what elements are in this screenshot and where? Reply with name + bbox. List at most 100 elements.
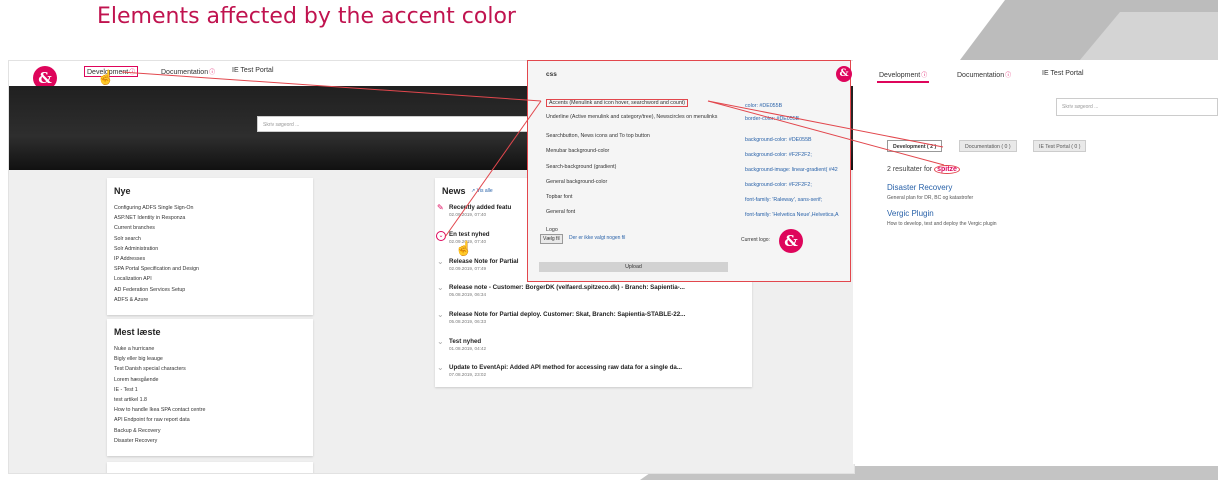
news-item-title: Test nyhed: [449, 338, 482, 345]
nav-documentation[interactable]: Documentationⓘ: [957, 70, 1011, 79]
list-item[interactable]: Test Danish special characters: [114, 364, 205, 374]
nav-development[interactable]: Developmentⓘ: [877, 70, 930, 83]
list-item[interactable]: ADFS & Azure: [114, 295, 199, 305]
chevron-circle-icon: ⌄: [436, 231, 446, 241]
list-item[interactable]: Current branches: [114, 223, 199, 233]
card-mest-laeste: Mest læste Nuke a hurricane Bigly eller …: [107, 319, 313, 456]
list-item[interactable]: test artikel 1.8: [114, 395, 205, 405]
news-item[interactable]: ⌄ Release note - Customer: BorgerDK (vel…: [437, 284, 729, 298]
list-item[interactable]: IP Addresses: [114, 254, 199, 264]
css-row-label: General font: [546, 209, 576, 215]
news-item-title: Release note - Customer: BorgerDK (velfa…: [449, 284, 685, 291]
info-icon: ⓘ: [129, 70, 136, 76]
list-item[interactable]: Nuke a hurricane: [114, 344, 205, 354]
css-row-label: Accents (Menulink and icon hover, search…: [546, 99, 689, 107]
chevron-icon: ⌄: [437, 337, 444, 346]
css-panel-title: css: [546, 71, 557, 78]
list-item[interactable]: ASP.NET Identity in Responza: [114, 213, 199, 223]
news-item[interactable]: ⌄ Update to EventApi: Added API method f…: [437, 364, 729, 378]
css-value-field[interactable]: color: #DE055B: [745, 103, 782, 109]
nav-ie-test-portal[interactable]: IE Test Portal: [232, 67, 274, 74]
pin-icon: ✎: [437, 203, 444, 212]
chevron-icon: ⌄: [437, 283, 444, 292]
result-title[interactable]: Vergic Plugin: [887, 209, 934, 218]
choose-file-button[interactable]: Vælg fil: [540, 234, 563, 244]
list-item[interactable]: How to handle Ikea SPA contact centre: [114, 405, 205, 415]
nav-development-label: Development: [879, 72, 921, 79]
css-value-field[interactable]: font-family: 'Raleway', sans-serif;: [745, 197, 822, 203]
css-row-label: General background-color: [546, 179, 608, 185]
list-item[interactable]: API Endpoint for raw report data: [114, 415, 205, 425]
card-partial: [107, 462, 313, 473]
logo-label: Logo: [546, 227, 558, 233]
file-status: Der er ikke valgt nogen fil: [569, 235, 626, 241]
mest-list: Nuke a hurricane Bigly eller big leauge …: [114, 344, 205, 446]
news-item-date: 05.08.2019, 06:33: [449, 319, 487, 324]
css-row-label: Menubar background-color: [546, 148, 610, 154]
nav-ie-test-portal[interactable]: IE Test Portal: [1042, 70, 1084, 77]
news-item[interactable]: ⌄ Test nyhed 01.08.2019, 04:42: [437, 338, 729, 352]
css-row-label: Search-background (gradient): [546, 164, 617, 170]
list-item[interactable]: Localization API: [114, 274, 199, 284]
list-item[interactable]: Solr Administration: [114, 244, 199, 254]
slide-title: Elements affected by the accent color: [97, 4, 516, 29]
upload-button[interactable]: Upload: [539, 262, 728, 272]
list-item[interactable]: Configuring ADFS Single Sign-On: [114, 203, 199, 213]
current-logo: &: [779, 229, 803, 253]
nye-list: Configuring ADFS Single Sign-On ASP.NET …: [114, 203, 199, 305]
list-item[interactable]: IE - Test 1: [114, 385, 205, 395]
card-mest-laeste-title: Mest læste: [114, 327, 161, 337]
list-item[interactable]: SPA Portal Specification and Design: [114, 264, 199, 274]
search-results-screenshot: Developmentⓘ Documentationⓘ IE Test Port…: [853, 60, 1218, 464]
chevron-icon: ⌄: [437, 257, 444, 266]
see-all-link[interactable]: ↗ Vis alle: [471, 188, 493, 194]
result-title[interactable]: Disaster Recovery: [887, 183, 952, 192]
brand-logo-partial: &: [836, 66, 852, 82]
list-item[interactable]: Lorem hæsgående: [114, 375, 205, 385]
list-item[interactable]: Backup & Recovery: [114, 426, 205, 436]
news-item[interactable]: ⌄ Release Note for Partial deploy. Custo…: [437, 311, 729, 325]
nav-documentation-label: Documentation: [957, 72, 1005, 79]
result-count: 2 resultater for spitze: [887, 165, 960, 174]
info-icon: ⓘ: [921, 73, 928, 79]
facet-documentation[interactable]: Documentation ( 0 ): [959, 140, 1017, 152]
search-term: spitze: [934, 165, 960, 174]
current-logo-label: Current logo:: [741, 237, 770, 243]
nav-ie-test-portal-label: IE Test Portal: [232, 67, 274, 74]
nav-ie-test-portal-label: IE Test Portal: [1042, 70, 1084, 77]
hand-cursor-icon: ☝: [455, 240, 473, 256]
chevron-icon: ⌄: [437, 363, 444, 372]
news-item-title: Update to EventApi: Added API method for…: [449, 364, 682, 371]
nav-documentation[interactable]: Documentationⓘ: [161, 67, 215, 76]
facet-development[interactable]: Development ( 2 ): [887, 140, 943, 152]
card-nye: Nye Configuring ADFS Single Sign-On ASP.…: [107, 178, 313, 315]
news-item-title: Release Note for Partial deploy. Custome…: [449, 311, 686, 318]
search-input[interactable]: Skriv søgeord ...: [257, 116, 539, 132]
result-desc: How to develop, test and deploy the Verg…: [887, 221, 997, 227]
hand-cursor-icon: ☝: [97, 69, 115, 85]
css-value-field[interactable]: background-color: #DE055B: [745, 137, 812, 143]
css-value-field[interactable]: font-family: 'Helvetica Neue',Helvetica,…: [745, 212, 839, 218]
result-count-prefix: 2 resultater for: [887, 166, 933, 173]
css-settings-panel: css Accents (Menulink and icon hover, se…: [527, 60, 851, 282]
list-item[interactable]: Bigly eller big leauge: [114, 354, 205, 364]
news-item-date: 01.08.2019, 04:42: [449, 346, 487, 351]
css-row-label: Topbar font: [546, 194, 573, 200]
css-value-field[interactable]: background-color: #F2F2F2;: [745, 182, 812, 188]
news-item-date: 05.08.2019, 06:34: [449, 292, 487, 297]
css-row-label: Searchbutton, News icons and To top butt…: [546, 133, 650, 139]
external-link-icon: ↗: [471, 188, 476, 194]
facet-ie-test-portal[interactable]: IE Test Portal ( 0 ): [1033, 140, 1087, 152]
list-item[interactable]: Solr search: [114, 234, 199, 244]
news-title: News: [442, 186, 466, 196]
see-all-label: Vis alle: [476, 188, 493, 194]
css-value-field[interactable]: border-color: #DE055B: [745, 116, 799, 122]
search-input[interactable]: Skriv søgeord ...: [1056, 98, 1218, 116]
news-item-date: 07.08.2019, 23:02: [449, 372, 487, 377]
card-nye-title: Nye: [114, 186, 131, 196]
css-value-field[interactable]: background-color: #F2F2F2;: [745, 152, 812, 158]
list-item[interactable]: Disaster Recovery: [114, 436, 205, 446]
nav-documentation-label: Documentation: [161, 69, 209, 76]
list-item[interactable]: AD Federation Services Setup: [114, 285, 199, 295]
css-value-field[interactable]: background-image: linear-gradient( #42: [745, 167, 838, 173]
